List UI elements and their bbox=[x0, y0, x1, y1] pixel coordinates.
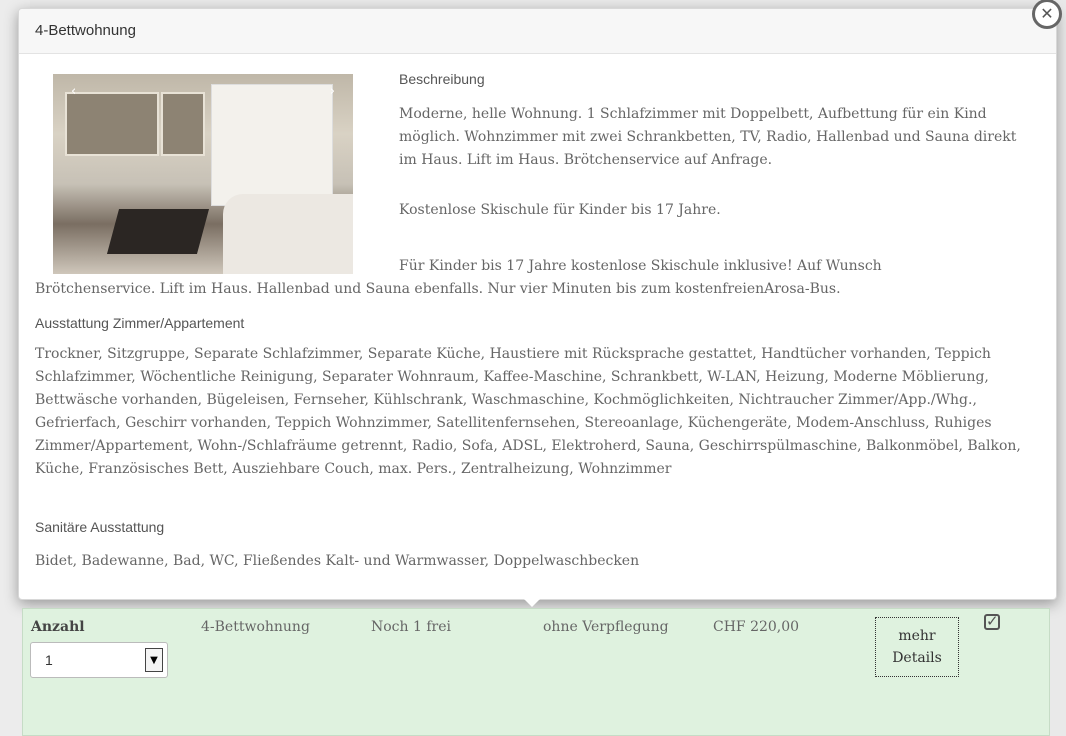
quantity-select[interactable]: 1 ▼ bbox=[30, 642, 168, 678]
room-photo[interactable]: ‹ › bbox=[53, 74, 353, 274]
equipment-text: Trockner, Sitzgruppe, Separate Schlafzim… bbox=[35, 346, 1021, 477]
room-type: 4-Bettwohnung bbox=[201, 619, 310, 635]
photo-window bbox=[65, 92, 159, 156]
sanitary-label: Sanitäre Ausstattung bbox=[35, 519, 165, 535]
photo-next-icon[interactable]: › bbox=[330, 84, 335, 99]
check-square-icon[interactable]: ✓ bbox=[984, 614, 1000, 630]
board-type: ohne Verpflegung bbox=[543, 619, 669, 635]
price: CHF 220,00 bbox=[713, 619, 800, 635]
photo-prev-icon[interactable]: ‹ bbox=[71, 84, 76, 99]
booking-row: Anzahl 1 ▼ 4-Bettwohnung Noch 1 frei ohn… bbox=[22, 608, 1050, 736]
availability: Noch 1 frei bbox=[371, 619, 451, 635]
popup-pointer bbox=[522, 597, 542, 607]
description-label: Beschreibung bbox=[399, 71, 485, 87]
equipment-label: Ausstattung Zimmer/Appartement bbox=[35, 315, 245, 331]
details-line2: Details bbox=[892, 650, 942, 666]
popup-header bbox=[19, 9, 1056, 54]
sanitary-text: Bidet, Badewanne, Bad, WC, Fließendes Ka… bbox=[35, 553, 640, 569]
photo-shelf bbox=[211, 84, 333, 206]
photo-table bbox=[106, 209, 210, 254]
close-icon[interactable]: ✕ bbox=[1032, 0, 1062, 29]
description-more: Für Kinder bis 17 Jahre kostenlose Skisc… bbox=[35, 255, 1035, 301]
quantity-label: Anzahl bbox=[31, 619, 85, 635]
more-details-button[interactable]: mehr Details bbox=[875, 617, 959, 677]
description-more-line1: Für Kinder bis 17 Jahre kostenlose Skisc… bbox=[399, 258, 882, 274]
quantity-value: 1 bbox=[45, 652, 53, 668]
description-more-line2: Brötchenservice. Lift im Haus. Hallenbad… bbox=[35, 281, 841, 297]
room-details-popup: 4-Bettwohnung ‹ › Beschreibung Moderne, … bbox=[18, 0, 1062, 600]
details-line1: mehr bbox=[898, 628, 936, 644]
description-text: Moderne, helle Wohnung. 1 Schlafzimmer m… bbox=[399, 106, 1017, 168]
popup-title: 4-Bettwohnung bbox=[35, 22, 136, 39]
photo-window bbox=[161, 92, 205, 156]
description-extra: Kostenlose Skischule für Kinder bis 17 J… bbox=[399, 202, 721, 218]
chevron-down-icon[interactable]: ▼ bbox=[145, 648, 163, 672]
